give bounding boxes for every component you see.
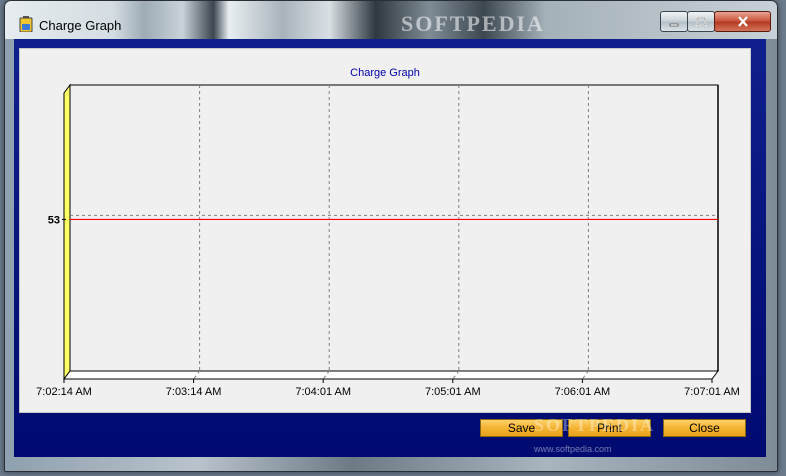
x-tick-label: 7:03:14 AM <box>166 386 222 398</box>
maximize-button[interactable] <box>687 11 715 32</box>
softpedia-watermark-bottom: SOFTPEDIA <box>534 415 656 435</box>
chart-plot-area <box>69 84 719 372</box>
title-bar[interactable]: Charge Graph SOFTPEDIA <box>5 1 777 39</box>
client-area: Charge Graph 53 7:02:14 AM 7:03:14 AM 7:04:… <box>14 39 766 457</box>
charge-graph-window: Charge Graph SOFTPEDIA Charge Graph 53 7:… <box>4 0 778 472</box>
x-tick-label: 7:05:01 AM <box>425 386 481 398</box>
minimize-icon <box>661 12 687 31</box>
close-icon <box>715 12 770 31</box>
x-tick-label: 7:02:14 AM <box>36 386 92 398</box>
close-window-button[interactable] <box>714 11 771 32</box>
chart-floor <box>63 370 719 380</box>
charge-chart: 53 7:02:14 AM 7:03:14 AM 7:04:01 AM 7:05:01 … <box>36 83 740 398</box>
maximize-icon <box>688 12 714 31</box>
window-title: Charge Graph <box>39 18 122 33</box>
battery-app-icon <box>19 16 33 32</box>
x-tick-label: 7:04:01 AM <box>295 386 351 398</box>
softpedia-watermark: SOFTPEDIA <box>401 11 545 36</box>
softpedia-url: www.softpedia.com <box>534 444 612 454</box>
x-tick-label: 7:06:01 AM <box>555 386 611 398</box>
chart-side-wall <box>63 83 71 381</box>
close-button[interactable]: Close <box>663 419 746 437</box>
x-tick-label: 7:07:01 AM <box>684 386 740 398</box>
minimize-button[interactable] <box>660 11 688 32</box>
graph-panel: Charge Graph 53 7:02:14 AM 7:03:14 AM 7:04:… <box>19 48 751 413</box>
y-tick-label: 53 <box>48 214 60 226</box>
